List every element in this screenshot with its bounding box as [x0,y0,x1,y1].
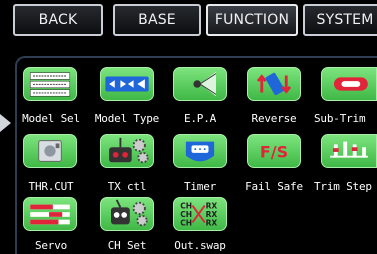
thr-cut-label: THR.CUT [28,180,74,193]
fail-safe-label: Fail Safe [245,180,303,193]
reverse-label: Reverse [251,112,297,125]
servo-bars-icon [30,204,70,225]
subtrim-icon [333,77,368,91]
top-tab-bar: BACK BASE FUNCTION SYSTEM [0,0,377,40]
timer-button[interactable] [173,134,227,168]
trim-step-button[interactable] [321,134,377,168]
servo-label: Servo [34,239,68,252]
timer-icon [185,141,215,162]
selection-pointer-icon [0,114,11,132]
timer-label: Timer [183,180,217,193]
channel-set-icon [111,199,148,227]
thr-cut-button[interactable] [23,134,77,168]
svg-text:CH: CH [180,218,192,227]
reverse-button[interactable] [247,67,301,101]
endpoint-icon [193,71,217,97]
model-list-icon [29,72,71,97]
out-swap-button[interactable]: CH RX CH RX CH RX [173,197,227,231]
reverse-icon [256,72,292,96]
aircraft-type-icon [105,76,149,92]
system-tab[interactable]: SYSTEM [303,4,377,36]
sub-trim-label: Sub-Trim [314,112,366,125]
model-sel-label: Model Sel [22,112,80,125]
failsafe-icon: F/S [260,143,288,162]
throttle-cut-icon [38,140,62,162]
function-tab[interactable]: FUNCTION [206,4,298,36]
out-swap-label: Out.swap [174,239,226,252]
ch-set-label: CH Set [107,239,147,252]
epa-button[interactable] [173,67,227,101]
model-type-button[interactable] [100,67,154,101]
trim-step-label: Trim Step [314,180,372,193]
model-type-label: Model Type [94,112,160,125]
trim-step-icon [330,141,368,158]
back-tab[interactable]: BACK [13,4,103,36]
fail-safe-button[interactable]: F/S [247,134,301,168]
transmitter-control-icon [109,137,149,164]
svg-text:F/S: F/S [260,143,288,162]
tx-ctl-button[interactable] [100,134,154,168]
ch-set-button[interactable] [100,197,154,231]
epa-label: E.P.A [183,112,217,125]
tx-ctl-label: TX ctl [107,180,147,193]
base-tab[interactable]: BASE [113,4,201,36]
servo-button[interactable] [23,197,77,231]
sub-trim-button[interactable] [321,67,377,101]
output-swap-icon: CH RX CH RX CH RX [180,201,218,227]
model-sel-button[interactable] [23,67,77,101]
svg-text:RX: RX [206,218,218,227]
